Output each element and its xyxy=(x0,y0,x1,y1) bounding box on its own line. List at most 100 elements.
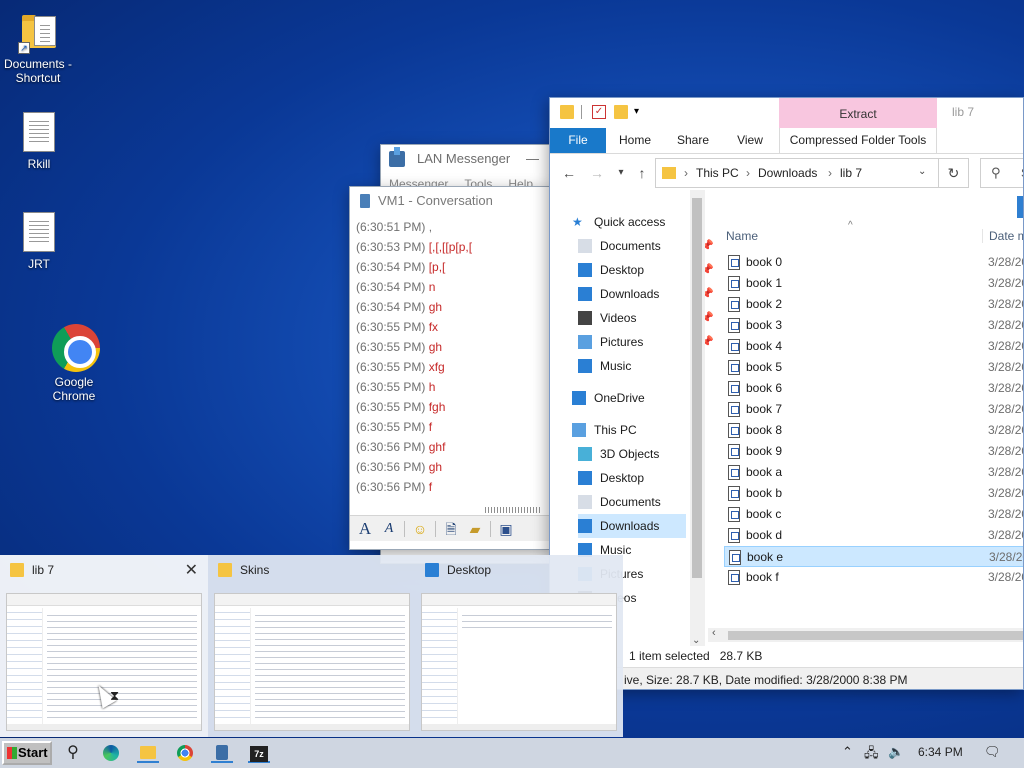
file-row[interactable]: book f 3/28/20 xyxy=(724,567,1023,588)
font-color-icon[interactable]: A xyxy=(380,520,398,538)
file-row[interactable]: book 7 3/28/20 xyxy=(724,399,1023,420)
horizontal-scrollbar[interactable]: ‹ xyxy=(708,627,1023,642)
customize-qat-icon[interactable]: ▾ xyxy=(634,105,648,119)
new-folder-icon[interactable] xyxy=(614,105,628,119)
nav-item-3d-objects[interactable]: 3D Objects xyxy=(578,442,686,466)
chrome-icon[interactable] xyxy=(174,743,196,763)
conversation-titlebar[interactable]: VM1 - Conversation xyxy=(350,187,550,215)
message-text: fx xyxy=(428,320,439,334)
minimize-icon[interactable]: — xyxy=(526,145,539,173)
address-bar[interactable]: › This PC › Downloads › lib 7 ⌄ xyxy=(655,158,939,188)
file-row[interactable]: book e 3/28/20 xyxy=(724,546,1023,567)
file-name: book 9 xyxy=(746,444,783,458)
forward-icon[interactable]: → xyxy=(588,164,606,182)
send-folder-icon[interactable]: ▰ xyxy=(466,520,484,538)
nav-item-music[interactable]: Music xyxy=(578,354,686,378)
file-row[interactable]: book 1 3/28/20 xyxy=(724,273,1023,294)
scrollbar-thumb[interactable] xyxy=(728,631,1023,640)
file-row[interactable]: book 8 3/28/20 xyxy=(724,420,1023,441)
search-input[interactable]: ⚲ S xyxy=(980,158,1023,188)
tab-compressed-folder-tools[interactable]: Compressed Folder Tools xyxy=(780,128,936,153)
breadcrumb-lib-7[interactable]: lib 7 xyxy=(840,166,862,180)
column-header-name[interactable]: Name xyxy=(726,229,758,243)
nav-item-downloads[interactable]: Downloads xyxy=(578,514,686,538)
file-row[interactable]: book 6 3/28/20 xyxy=(724,378,1023,399)
search-icon[interactable]: ⚲ xyxy=(62,743,84,763)
back-icon[interactable]: ← xyxy=(560,164,578,182)
file-name: book a xyxy=(746,465,783,479)
message-history[interactable]: (6:30:51 PM) , (6:30:53 PM) [,[,[[p[p,[(6… xyxy=(350,215,550,497)
desktop-icon-documents-shortcut[interactable]: ↗ Documents - Shortcut xyxy=(0,12,76,85)
extract-contextual-header[interactable]: Extract xyxy=(779,98,937,128)
thumbnail-skins[interactable]: Skins xyxy=(208,555,416,737)
tab-view[interactable]: View xyxy=(725,128,775,153)
lan-messenger-icon[interactable] xyxy=(211,743,233,763)
column-header-date[interactable]: Date m xyxy=(982,229,1023,243)
file-list[interactable]: ^ Name Date m book 0 3/28/20 book 1 3/28/20… xyxy=(708,220,1023,644)
close-icon[interactable]: ✕ xyxy=(185,560,198,580)
breadcrumb-this-pc[interactable]: This PC xyxy=(696,166,739,180)
conversation-window[interactable]: VM1 - Conversation (6:30:51 PM) , (6:30:5… xyxy=(349,186,551,550)
file-row[interactable]: book 3 3/28/20 xyxy=(724,315,1023,336)
nav-item-documents[interactable]: Documents xyxy=(578,490,686,514)
chat-message: (6:30:55 PM) f xyxy=(356,417,544,437)
network-icon[interactable]: 🖧 xyxy=(864,744,879,766)
clock[interactable]: 6:34 PM xyxy=(918,745,963,759)
nav-item-desktop[interactable]: Desktop 📌 xyxy=(578,258,714,282)
tab-home[interactable]: Home xyxy=(610,128,660,153)
file-row[interactable]: book c 3/28/20 xyxy=(724,504,1023,525)
chevron-up-icon[interactable]: ⌃ xyxy=(842,744,853,760)
nav-item-desktop[interactable]: Desktop xyxy=(578,466,686,490)
save-icon[interactable]: ▣ xyxy=(497,520,515,538)
nav-item-label: Quick access xyxy=(594,215,666,229)
tab-file[interactable]: File xyxy=(550,128,606,153)
desktop-icon-google-chrome[interactable]: Google Chrome xyxy=(36,324,112,403)
file-explorer-icon[interactable] xyxy=(137,743,159,763)
file-row[interactable]: book 2 3/28/20 xyxy=(724,294,1023,315)
file-row[interactable]: book 0 3/28/20 xyxy=(724,252,1023,273)
file-name: book 0 xyxy=(746,255,783,269)
up-icon[interactable]: ↑ xyxy=(633,164,651,182)
splitter-grip[interactable] xyxy=(485,507,541,513)
thumbnail-lib-7[interactable]: lib 7 ✕ xyxy=(0,555,208,737)
file-row[interactable]: book a 3/28/20 xyxy=(724,462,1023,483)
refresh-icon[interactable]: ↻ xyxy=(939,158,969,188)
message-text: [,[,[[p[p,[ xyxy=(428,240,473,254)
lan-messenger-titlebar[interactable]: LAN Messenger — xyxy=(381,145,551,173)
file-row[interactable]: book b 3/28/20 xyxy=(724,483,1023,504)
nav-item-downloads[interactable]: Downloads 📌 xyxy=(578,282,714,306)
attach-file-icon[interactable]: 🗎 xyxy=(442,520,460,538)
details-view-icon[interactable] xyxy=(1017,196,1023,218)
nav-item-videos[interactable]: Videos 📌 xyxy=(578,306,714,330)
nav-item-pictures[interactable]: Pictures 📌 xyxy=(578,330,714,354)
recent-locations-icon[interactable]: ▾ xyxy=(612,164,630,182)
desktop-icon-rkill[interactable]: Rkill xyxy=(1,112,77,171)
font-icon[interactable]: A xyxy=(356,519,374,538)
properties-icon[interactable]: ✓ xyxy=(592,105,606,119)
file-date: 3/28/20 xyxy=(988,507,1023,521)
start-button[interactable]: Start xyxy=(2,741,52,765)
smiley-icon[interactable]: ☺ xyxy=(411,520,429,538)
scroll-left-icon[interactable]: ‹ xyxy=(712,627,716,639)
nav-scrollbar[interactable]: ⌄ xyxy=(690,190,705,646)
file-row[interactable]: book d 3/28/20 xyxy=(724,525,1023,546)
nav-item-label: This PC xyxy=(594,423,637,437)
volume-icon[interactable]: 🔈 xyxy=(888,744,904,760)
7zip-icon[interactable]: 7z xyxy=(248,743,270,763)
tab-share[interactable]: Share xyxy=(668,128,718,153)
file-row[interactable]: book 4 3/28/20 xyxy=(724,336,1023,357)
nav-item-onedrive[interactable]: OneDrive xyxy=(572,386,686,410)
nav-item-quick-access[interactable]: ★ Quick access xyxy=(572,210,686,234)
desktop-icon-jrt[interactable]: JRT xyxy=(1,212,77,271)
notifications-icon[interactable]: 🗨 xyxy=(984,744,1001,760)
edge-icon[interactable] xyxy=(100,743,122,763)
thumbnail-desktop[interactable]: Desktop xyxy=(415,555,623,737)
file-row[interactable]: book 9 3/28/20 xyxy=(724,441,1023,462)
scrollbar-thumb[interactable] xyxy=(692,198,702,578)
message-timestamp: (6:30:55 PM) xyxy=(356,360,426,374)
nav-item-this-pc[interactable]: This PC xyxy=(572,418,686,442)
chevron-down-icon[interactable]: ⌄ xyxy=(918,166,926,177)
nav-item-documents[interactable]: Documents 📌 xyxy=(578,234,714,258)
breadcrumb-downloads[interactable]: Downloads xyxy=(758,166,817,180)
file-row[interactable]: book 5 3/28/20 xyxy=(724,357,1023,378)
